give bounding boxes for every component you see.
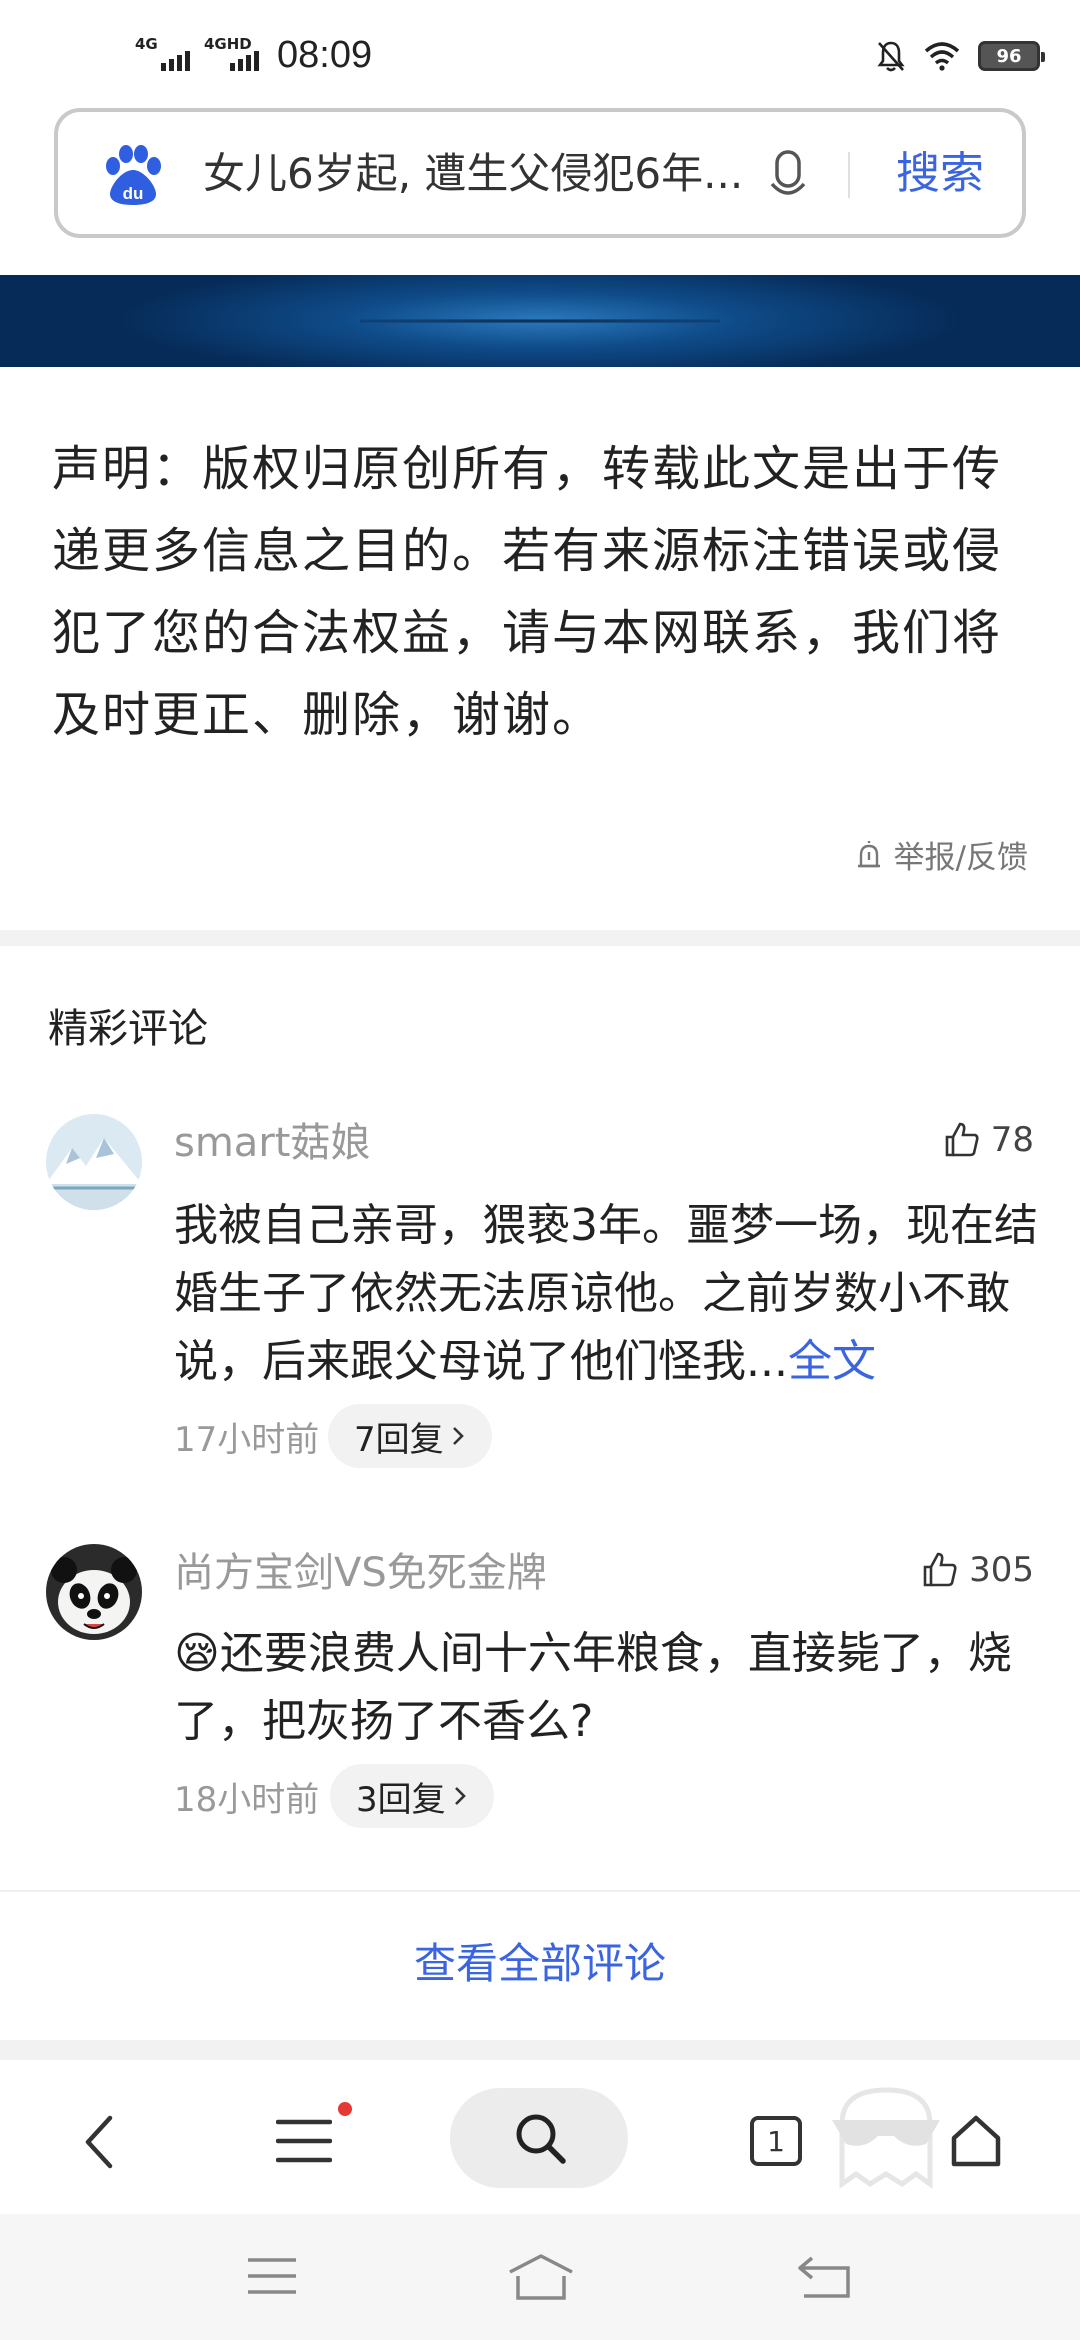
tabs-button[interactable]: 1 [750,2116,802,2166]
article-banner-image [0,275,1080,367]
chevron-right-icon [452,1427,464,1445]
sleepy-emoji-icon: 😪 [174,1628,220,1679]
signal-1-icon: 4G [135,35,190,71]
recent-apps-icon[interactable] [244,2256,300,2296]
signal-2-icon: 4GHD [204,35,259,71]
comments-section-title: 精彩评论 [48,1006,208,1052]
battery-icon: 96 [978,41,1045,71]
comment-author[interactable]: smart菇娘 [174,1110,370,1168]
snow-mountain-avatar-icon [46,1114,142,1210]
alarm-icon [857,840,880,867]
divider [0,1890,1080,1892]
comment-time: 17小时前 [174,1420,320,1460]
report-feedback-link[interactable]: 举报/反馈 [854,832,1028,877]
status-bar: 4G 4GHD 08:09 96 [0,0,1080,110]
like-button[interactable]: 78 [943,1120,1034,1160]
status-time: 08:09 [277,34,373,76]
like-button[interactable]: 305 [921,1550,1034,1590]
wifi-icon [924,42,960,71]
copyright-statement: 声明：版权归原创所有，转载此文是出于传递更多信息之目的。若有来源标注错误或侵犯了… [52,441,1003,743]
comment-text: 我被自己亲哥，猥亵3年。噩梦一场，现在结婚生子了依然无法原谅他。之前岁数小不敢说… [174,1200,1038,1387]
thumbs-up-icon [923,1552,957,1587]
view-all-comments-button[interactable]: 查看全部评论 [0,1930,1080,1991]
replies-button[interactable]: 7回复 [328,1404,492,1468]
panda-avatar-icon [46,1544,142,1640]
back-nav-icon[interactable] [796,2254,856,2300]
search-divider [848,152,850,198]
search-icon [516,2114,566,2164]
comment-author[interactable]: 尚方宝剑VS免死金牌 [174,1540,547,1598]
browser-toolbar: 1 [0,2062,1080,2214]
baidu-logo-icon: du [106,145,161,205]
section-divider [0,930,1080,946]
system-navigation-bar [0,2214,1080,2340]
avatar[interactable] [46,1544,142,1640]
microphone-icon[interactable] [758,144,818,206]
search-bar[interactable]: du 女儿6岁起, 遭生父侵犯6年... 搜索 [54,108,1026,238]
comment-text: 😪还要浪费人间十六年粮食，直接毙了，烧了，把灰扬了不香么? [174,1628,1012,1747]
mute-bell-icon [877,41,905,72]
expand-full-text-link[interactable]: 全文 [788,1336,876,1387]
search-input[interactable]: 女儿6岁起, 遭生父侵犯6年... [203,144,783,204]
home-nav-icon[interactable] [506,2252,576,2302]
replies-button[interactable]: 3回复 [330,1764,494,1828]
comment-time: 18小时前 [174,1780,320,1820]
home-icon[interactable] [950,2114,1002,2168]
menu-icon[interactable] [276,2118,332,2164]
incognito-ghost-icon [832,2087,940,2189]
svg-text:du: du [123,184,144,203]
back-icon[interactable] [82,2114,118,2170]
avatar[interactable] [46,1114,142,1210]
thumbs-up-icon [945,1122,979,1157]
notification-dot [338,2102,352,2116]
chevron-right-icon [454,1787,466,1805]
search-tab-button[interactable] [450,2088,628,2188]
section-divider [0,2040,1080,2060]
search-button[interactable]: 搜索 [896,144,984,204]
